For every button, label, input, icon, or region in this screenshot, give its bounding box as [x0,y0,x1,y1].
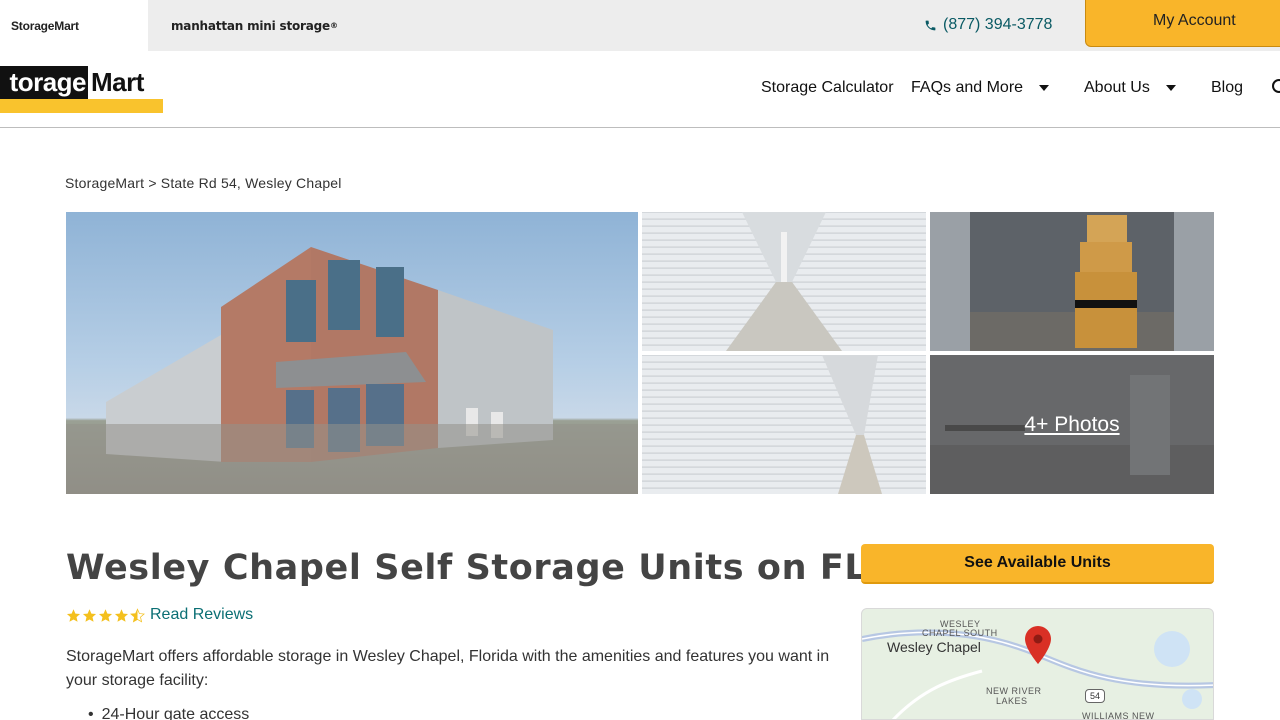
chevron-down-icon [1165,85,1176,91]
nav-item-label: FAQs and More [911,79,1024,96]
hallway-illustration [726,212,842,351]
hallway-photo[interactable] [642,212,926,351]
intro-paragraph: StorageMart offers affordable storage in… [66,648,830,689]
logo-underline [0,99,163,113]
amenities-list: 24-Hour gate access [88,706,250,720]
my-account-button[interactable]: My Account [1085,0,1280,47]
nav-item-about-us[interactable]: About Us [1084,79,1176,97]
star-icon [114,608,129,622]
nav-item-label: Blog [1211,79,1244,96]
star-rating [66,607,145,623]
map-pin-icon[interactable] [1025,626,1051,664]
brand-tab-storagemart[interactable]: StorageMart [0,0,148,51]
star-icon [98,608,113,622]
star-icon [66,608,81,622]
see-available-units-button[interactable]: See Available Units [861,544,1214,584]
map-label: CHAPEL SOUTH [922,628,998,638]
facility-exterior-photo[interactable] [66,212,638,494]
page-title: Wesley Chapel Self Storage Units on FL-5… [66,548,933,588]
nav-item-faqs-and-more[interactable]: FAQs and More [911,79,1050,97]
breadcrumb[interactable]: StorageMart > State Rd 54, Wesley Chapel [65,175,342,191]
building-illustration [66,247,638,494]
location-map[interactable]: WESLEY CHAPEL SOUTH Wesley Chapel NEW RI… [861,608,1214,720]
more-photos-tile[interactable]: 4+ Photos [930,355,1214,494]
logo-right-text: Mart [91,67,144,97]
phone-icon [925,20,936,30]
nav-item-storage-calculator[interactable]: Storage Calculator [761,79,894,97]
map-city-label: Wesley Chapel [887,639,981,655]
map-label: NEW RIVER [986,686,1042,696]
list-item: 24-Hour gate access [88,706,250,720]
storagemart-logo[interactable]: torage Mart [0,66,165,114]
phone-number: (877) 394-3778 [943,16,1053,33]
search-icon[interactable] [1272,79,1280,93]
storagemart-tab-label: StorageMart [11,18,79,33]
brand-tab-manhattan-mini-storage[interactable]: manhattan mini storage ® [160,0,360,51]
phone-link[interactable]: (877) 394-3778 [924,16,1052,34]
mms-tab-label: manhattan mini storage [171,18,330,33]
map-label: WILLIAMS NEW [1082,711,1155,720]
nav-item-label: About Us [1084,79,1150,96]
rating-row: Read Reviews [66,606,253,624]
more-photos-link[interactable]: 4+ Photos [930,355,1214,494]
chevron-down-icon [1039,85,1050,91]
nav-item-blog[interactable]: Blog [1211,79,1243,97]
map-label: LAKES [996,696,1028,706]
hallway-illustration-2 [822,355,882,494]
mms-registered-mark: ® [330,21,338,30]
nav-item-label: Storage Calculator [761,79,894,96]
half-star-icon [130,607,145,622]
hallway-photo-2[interactable] [642,355,926,494]
main-nav: torage Mart Storage Calculator FAQs and … [0,51,1280,128]
logo-left-text: torage [0,66,88,99]
unit-interior-photo[interactable] [930,212,1214,351]
read-reviews-link[interactable]: Read Reviews [150,606,253,624]
brand-bar: StorageMart manhattan mini storage ® (877… [0,0,1280,51]
route-shield: 54 [1085,689,1105,703]
star-icon [82,608,97,622]
unit-interior-illustration [930,212,1214,351]
